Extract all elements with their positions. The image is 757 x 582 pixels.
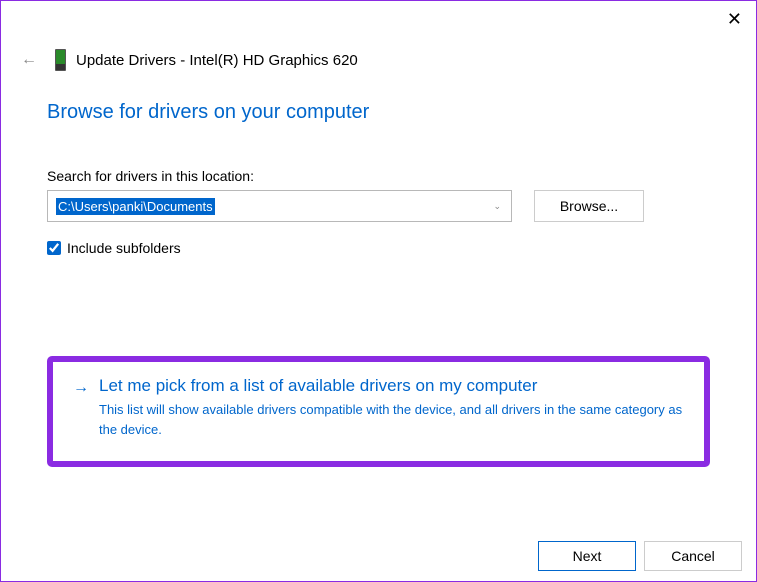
option-title: Let me pick from a list of available dri…	[99, 376, 684, 396]
path-value: C:\Users\panki\Documents	[56, 198, 215, 215]
chevron-down-icon: ⌄	[493, 201, 501, 212]
dialog-footer: Next Cancel	[538, 541, 742, 571]
include-subfolders-row: Include subfolders	[47, 240, 710, 256]
cancel-button[interactable]: Cancel	[644, 541, 742, 571]
close-button[interactable]: ✕	[727, 9, 742, 30]
back-arrow-icon[interactable]: ←	[21, 51, 37, 69]
dialog-window: ✕ ← Update Drivers - Intel(R) HD Graphic…	[0, 0, 757, 582]
search-location-label: Search for drivers in this location:	[47, 168, 710, 184]
page-heading: Browse for drivers on your computer	[47, 101, 710, 124]
path-combobox[interactable]: C:\Users\panki\Documents ⌄	[47, 190, 512, 222]
path-row: C:\Users\panki\Documents ⌄ Browse...	[47, 190, 710, 222]
option-description: This list will show available drivers co…	[99, 400, 684, 439]
dialog-title: Update Drivers - Intel(R) HD Graphics 62…	[76, 52, 358, 69]
dialog-content: Browse for drivers on your computer Sear…	[1, 71, 756, 467]
dialog-header: ← Update Drivers - Intel(R) HD Graphics …	[1, 1, 756, 71]
arrow-right-icon: →	[73, 379, 89, 397]
next-button[interactable]: Next	[538, 541, 636, 571]
include-subfolders-checkbox[interactable]	[47, 241, 61, 255]
pick-from-list-option[interactable]: → Let me pick from a list of available d…	[47, 356, 710, 467]
include-subfolders-label[interactable]: Include subfolders	[67, 240, 181, 256]
browse-button[interactable]: Browse...	[534, 190, 644, 222]
device-icon	[55, 49, 66, 71]
